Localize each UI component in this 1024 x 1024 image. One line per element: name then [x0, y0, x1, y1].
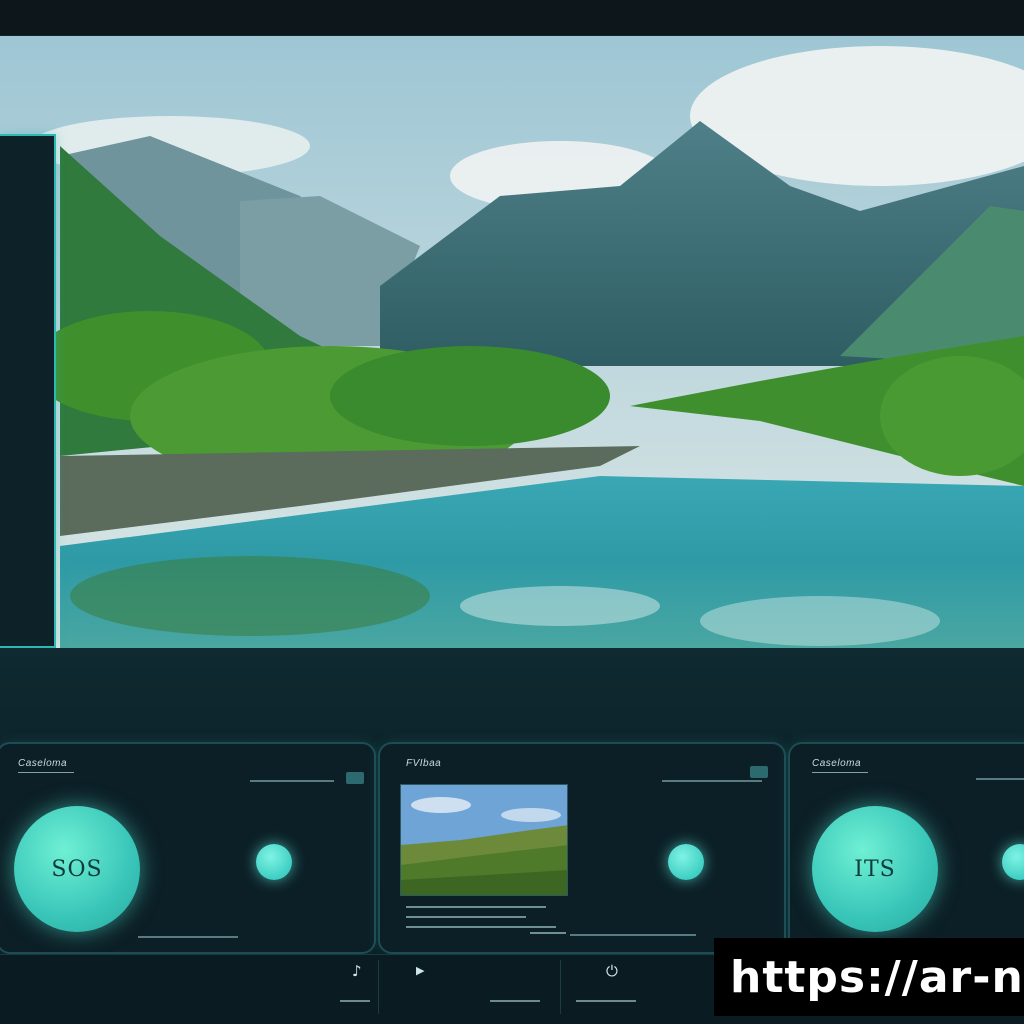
- middle-indicator-dot[interactable]: [668, 844, 704, 880]
- left-indicator-dot[interactable]: [256, 844, 292, 880]
- right-card-title: Caseloma: [812, 758, 862, 769]
- toolbar-label-line: [490, 1000, 540, 1002]
- right-primary-circle-button[interactable]: ITS: [812, 806, 938, 932]
- right-control-card: Caseloma ITS: [788, 742, 1024, 954]
- toolbar-label-line: [576, 1000, 636, 1002]
- divider-line: [662, 780, 762, 782]
- divider-line: [250, 780, 334, 782]
- title-underline: [812, 772, 868, 773]
- left-primary-circle-button[interactable]: SOS: [14, 806, 140, 932]
- left-circle-label: SOS: [51, 856, 103, 882]
- top-bar: [0, 0, 1024, 36]
- hero-landscape-image: [0, 36, 1024, 648]
- toolbar-separator: [378, 960, 379, 1014]
- divider-line: [976, 778, 1024, 780]
- progress-line: [570, 934, 696, 936]
- left-card-title: Caseloma: [18, 758, 68, 769]
- middle-control-card: FVIbaa: [378, 742, 786, 954]
- small-tag-icon: [346, 772, 364, 784]
- progress-line: [138, 936, 238, 938]
- watermark-url: https://ar-n: [730, 952, 1024, 1003]
- thumbnail-image[interactable]: [400, 784, 568, 896]
- toolbar-separator: [560, 960, 561, 1014]
- power-icon[interactable]: ⏻: [606, 962, 618, 980]
- title-underline: [18, 772, 74, 773]
- play-icon[interactable]: ▶: [416, 964, 424, 977]
- middle-card-title: FVIbaa: [406, 758, 442, 769]
- right-circle-label: ITS: [854, 856, 896, 882]
- small-tag-icon: [750, 766, 768, 778]
- toolbar-label-line: [340, 1000, 370, 1002]
- right-indicator-dot[interactable]: [1002, 844, 1024, 880]
- watermark-banner: https://ar-n: [714, 938, 1024, 1016]
- left-control-card: Caseloma SOS: [0, 742, 376, 954]
- music-note-icon[interactable]: ♪: [352, 962, 362, 980]
- left-side-panel: [0, 134, 56, 648]
